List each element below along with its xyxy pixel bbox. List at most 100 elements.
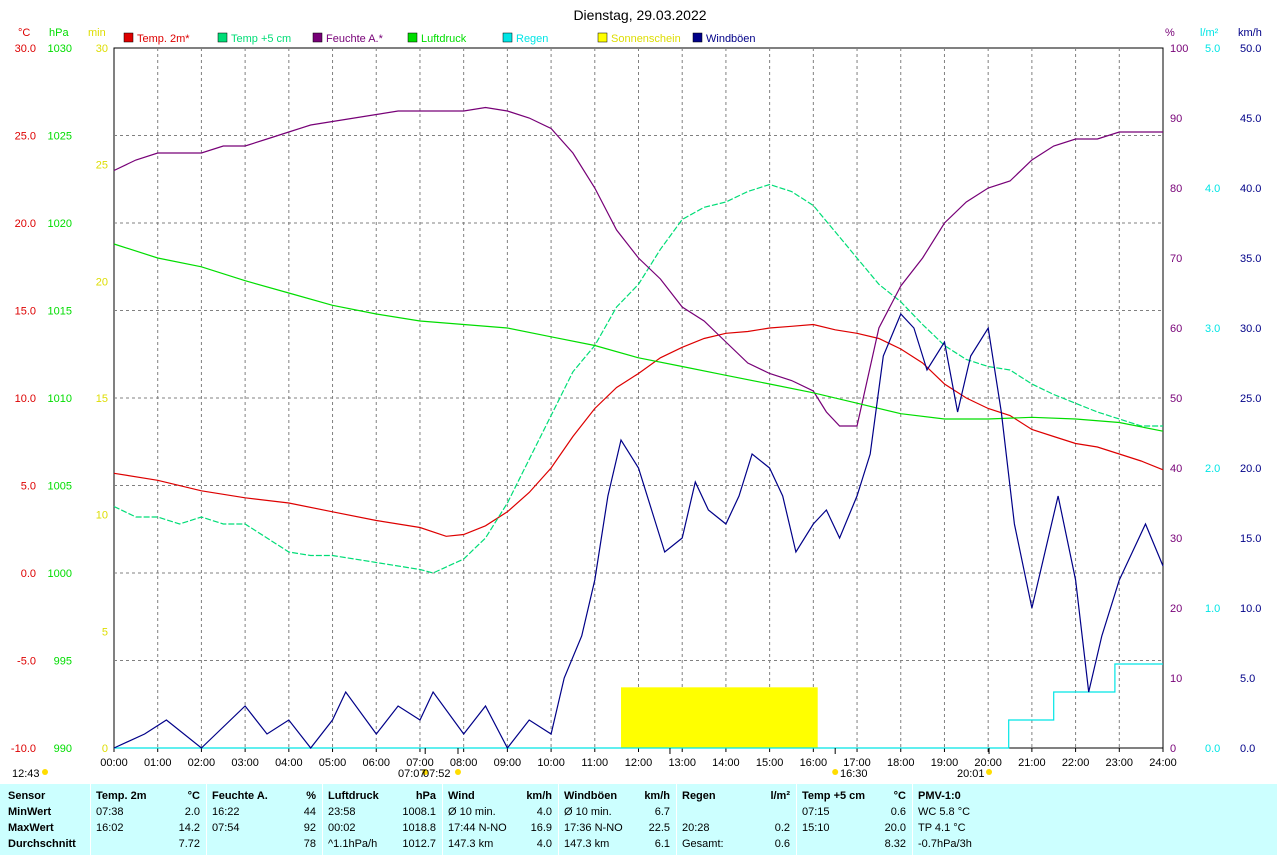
stats-cell-label: 16:22	[212, 806, 240, 818]
humidity-tick-label: 80	[1170, 183, 1182, 195]
stats-cell-value: °C	[187, 790, 200, 802]
stats-row: Gesamt: 0.6	[676, 836, 796, 852]
stats-row: TP 4.1 °C	[912, 820, 1277, 836]
stats-row	[676, 804, 796, 820]
pressure-tick-label: 1030	[48, 43, 72, 55]
stats-cell-value: 22.5	[648, 822, 670, 834]
stats-cell-value: 16.9	[530, 822, 552, 834]
stats-cell-label: MinWert	[8, 806, 52, 818]
stats-cell-label: 147.3 km	[448, 838, 494, 850]
x-tick-label: 08:00	[450, 757, 478, 769]
legend: Temp. 2m* Temp +5 cm Feuchte A.* Luftdruck R…	[123, 32, 756, 45]
wind-unit-label: km/h	[1238, 27, 1262, 39]
stats-cell-label: 17:36 N-NO	[564, 822, 623, 834]
legend-swatch	[217, 32, 228, 43]
stats-cell-label: WC 5.8 °C	[918, 806, 971, 818]
stats-cell-label: Feuchte A.	[212, 790, 268, 802]
stats-cell-value: 92	[303, 822, 316, 834]
stats-row: -0.7hPa/3h	[912, 836, 1277, 852]
stats-cell-label: 16:02	[96, 822, 124, 834]
pressure-tick-label: 990	[54, 743, 72, 755]
wind-tick-label: 0.0	[1240, 743, 1255, 755]
humidity-tick-label: 90	[1170, 113, 1182, 125]
marker-dot	[454, 769, 461, 775]
stats-header: Luftdruck hPa	[322, 788, 442, 804]
humidity-tick-label: 30	[1170, 533, 1182, 545]
pressure-tick-label: 1010	[48, 393, 72, 405]
stats-cell-value: 78	[303, 838, 316, 850]
wind-tick-label: 50.0	[1240, 43, 1261, 55]
stats-row: 07:15 0.6	[796, 804, 912, 820]
legend-label: Temp. 2m*	[137, 33, 190, 45]
stats-cell-value: 1018.8	[402, 822, 436, 834]
marker-dot	[42, 769, 48, 775]
wind-tick-label: 25.0	[1240, 393, 1261, 405]
stats-row: MinWert	[0, 804, 90, 820]
marker-dot	[986, 769, 993, 775]
x-tick-label: 19:00	[931, 757, 959, 769]
stats-header: Regen l/m²	[676, 788, 796, 804]
temp-tick-label: 10.0	[15, 393, 36, 405]
sun-tick-label: 25	[96, 160, 108, 172]
stats-header: Sensor	[0, 788, 90, 804]
legend-swatch	[597, 32, 608, 43]
humidity-tick-label: 60	[1170, 323, 1182, 335]
legend-label: Sonnenschein	[611, 33, 681, 45]
stats-cell-value: 6.1	[654, 838, 670, 850]
wind-tick-label: 30.0	[1240, 323, 1261, 335]
grid	[113, 47, 1164, 749]
pressure-tick-label: 995	[54, 656, 72, 668]
stats-cell-label: Wind	[448, 790, 475, 802]
stats-cell-label: 07:38	[96, 806, 124, 818]
stats-table: Sensor MinWert MaxWert Durchschnitt Temp. 2m…	[0, 784, 1277, 855]
x-tick-label: 11:00	[581, 757, 608, 769]
stats-row: Ø 10 min. 6.7	[558, 804, 676, 820]
stats-cell-label: 07:54	[212, 822, 240, 834]
legend-label: Temp +5 cm	[231, 33, 291, 45]
stats-cell-label: Ø 10 min.	[564, 806, 612, 818]
temp-tick-label: 30.0	[15, 43, 36, 55]
stats-cell-value: 1012.7	[402, 838, 436, 850]
wind-tick-label: 10.0	[1240, 603, 1261, 615]
x-tick-label: 03:00	[231, 757, 259, 769]
stats-cell-label: 147.3 km	[564, 838, 610, 850]
stats-row: 07:54 92	[206, 820, 322, 836]
stats-cell-value: 0.2	[774, 822, 790, 834]
legend-swatch	[502, 32, 513, 43]
stats-row: 17:36 N-NO 22.5	[558, 820, 676, 836]
stats-cell-label: Luftdruck	[328, 790, 379, 802]
wind-tick-label: 40.0	[1240, 183, 1261, 195]
stats-cell-value: hPa	[415, 790, 436, 802]
x-tick-label: 12:00	[625, 757, 653, 769]
legend-swatch	[312, 32, 323, 43]
stats-cell-label: Windböen	[564, 790, 618, 802]
stats-cell-label: Sensor	[8, 790, 46, 802]
weather-chart: Dienstag, 29.03.2022 30.0 25.0 20.0 15.0 10.…	[11, 7, 1262, 780]
stats-column: Windböen km/h Ø 10 min. 6.7 17:36 N-NO 22.5 14…	[558, 784, 677, 855]
stats-cell-label: PMV-1:0	[918, 790, 961, 802]
stats-header: Windböen km/h	[558, 788, 676, 804]
stats-cell-value: 44	[303, 806, 316, 818]
temp-tick-label: -10.0	[11, 743, 36, 755]
stats-cell-value: 6.7	[654, 806, 670, 818]
stats-column: Feuchte A.% 16:22 44 07:54 92 78	[206, 784, 323, 855]
stats-row: 07:38 2.0	[90, 804, 206, 820]
x-tick-label: 21:00	[1018, 757, 1046, 769]
stats-cell-value: 7.72	[178, 838, 200, 850]
x-tick-label: 06:00	[362, 757, 390, 769]
stats-cell-label: ^1.1hPa/h	[328, 838, 378, 850]
stats-cell-value: 2.0	[184, 806, 200, 818]
stats-header: Temp. 2m °C	[90, 788, 206, 804]
x-tick-label: 13:00	[668, 757, 696, 769]
humidity-unit-label: %	[1165, 27, 1175, 39]
stats-cell-value: 14.2	[178, 822, 200, 834]
stats-cell-value: 0.6	[774, 838, 790, 850]
legend-swatch	[407, 32, 418, 43]
stats-cell-label: 20:28	[682, 822, 710, 834]
stats-cell-label: 15:10	[802, 822, 830, 834]
x-tick-label: 04:00	[275, 757, 303, 769]
stats-header: Wind km/h	[442, 788, 558, 804]
marker-label: 07:52	[423, 768, 451, 780]
stats-header: Temp +5 cm °C	[796, 788, 912, 804]
stats-column: Regen l/m² 20:28 0.2 Gesamt: 0.6	[676, 784, 797, 855]
